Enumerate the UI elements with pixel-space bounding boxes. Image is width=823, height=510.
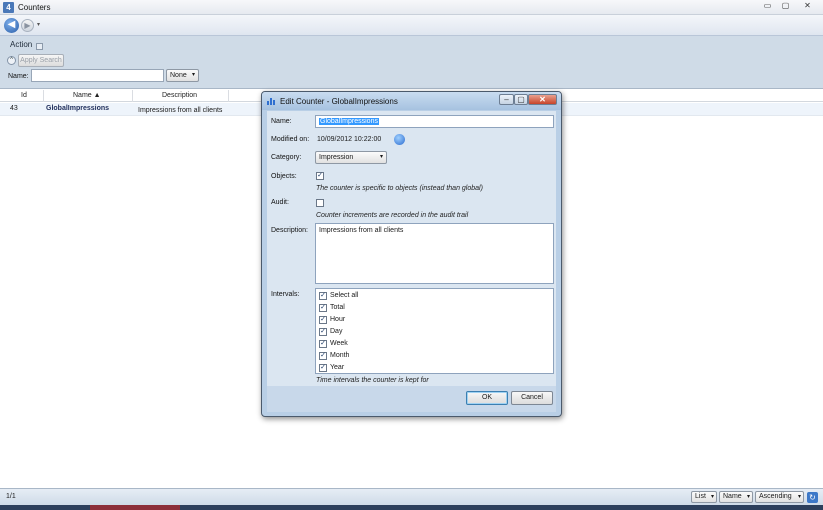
dialog-titlebar[interactable]: Edit Counter - GlobalImpressions – ▢ ✕ (262, 92, 561, 110)
search-panel: Action ^ Apply Search Name: None ▾ (0, 36, 823, 89)
category-select[interactable]: Impression ▾ (315, 151, 387, 164)
interval-label: Week (330, 340, 348, 347)
interval-checkbox[interactable]: ✓ (319, 364, 327, 372)
filter-mode-value: None (170, 72, 187, 79)
name-field[interactable]: GlobalImpressions (315, 115, 554, 128)
dialog-body: Name: GlobalImpressions Modified on: 10/… (267, 111, 556, 412)
back-arrow-icon[interactable]: ◀ (4, 18, 19, 33)
forward-arrow-icon[interactable]: ▶ (21, 19, 34, 32)
row-id: 43 (10, 105, 18, 112)
cancel-button[interactable]: Cancel (511, 391, 553, 405)
chart-icon (267, 97, 276, 105)
navigation-bar: ◀ ▶ ▾ (0, 15, 823, 36)
intervals-hint: Time intervals the counter is kept for (316, 377, 429, 384)
close-icon[interactable]: ✕ (800, 1, 815, 12)
history-dropdown-icon[interactable]: ▾ (37, 21, 40, 28)
edit-counter-dialog: Edit Counter - GlobalImpressions – ▢ ✕ N… (261, 91, 562, 417)
window-title: Counters (18, 3, 51, 12)
chevron-down-icon: ▾ (379, 154, 383, 160)
interval-label: Month (330, 352, 350, 359)
row-name: GlobalImpressions (46, 105, 110, 112)
minimize-icon[interactable]: ▭ (760, 1, 775, 12)
name-filter-label: Name: (8, 73, 29, 80)
chevron-down-icon: ▾ (710, 494, 714, 500)
view-mode-value: List (695, 493, 706, 500)
intervals-label: Intervals: (271, 291, 300, 298)
taskbar-item[interactable] (90, 505, 180, 510)
name-field-value: GlobalImpressions (319, 118, 379, 125)
audit-label: Audit: (271, 199, 289, 206)
page-count: 1/1 (6, 493, 16, 500)
intervals-list: ✓ Select all ✓ Total ✓ Hour ✓ Day ✓ Week… (315, 288, 554, 374)
dialog-maximize-icon[interactable]: ▢ (514, 94, 528, 105)
chevron-down-icon: ▾ (797, 494, 801, 500)
interval-label: Year (330, 364, 345, 371)
column-separator[interactable] (228, 90, 229, 102)
interval-checkbox[interactable]: ✓ (319, 352, 327, 360)
audit-hint: Counter increments are recorded in the a… (316, 212, 469, 219)
action-expander-icon[interactable] (36, 43, 43, 50)
dialog-footer: OK Cancel (267, 386, 556, 412)
interval-label: Day (330, 328, 343, 335)
ok-button[interactable]: OK (466, 391, 508, 405)
objects-hint: The counter is specific to objects (inst… (316, 185, 483, 192)
objects-checkbox[interactable]: ✓ (316, 172, 324, 180)
dialog-close-icon[interactable]: ✕ (528, 94, 557, 105)
interval-checkbox[interactable]: ✓ (319, 328, 327, 336)
taskbar (0, 505, 823, 510)
maximize-icon[interactable]: ▢ (778, 1, 793, 12)
globe-icon[interactable] (394, 134, 405, 145)
sort-field-select[interactable]: Name ▾ (719, 491, 753, 503)
category-value: Impression (319, 154, 354, 161)
sort-field-value: Name (723, 493, 742, 500)
name-filter-input[interactable] (31, 69, 164, 82)
sort-order-select[interactable]: Ascending ▾ (755, 491, 804, 503)
column-header-description[interactable]: Description (162, 92, 197, 99)
dialog-title: Edit Counter - GlobalImpressions (280, 97, 398, 106)
modified-label: Modified on: (271, 136, 310, 143)
chevron-down-icon: ▾ (746, 494, 750, 500)
view-mode-select[interactable]: List ▾ (691, 491, 717, 503)
description-label: Description: (271, 227, 308, 234)
description-textarea[interactable]: Impressions from all clients (315, 223, 554, 284)
objects-label: Objects: (271, 173, 297, 180)
name-label: Name: (271, 118, 292, 125)
refresh-icon[interactable]: ↻ (807, 492, 818, 503)
dialog-minimize-icon[interactable]: – (499, 94, 514, 105)
apply-search-button[interactable]: Apply Search (18, 54, 64, 67)
column-header-id[interactable]: Id (21, 92, 27, 99)
interval-checkbox[interactable]: ✓ (319, 304, 327, 312)
interval-label: Total (330, 304, 345, 311)
row-description: Impressions from all clients (138, 107, 223, 114)
window-titlebar: 4 Counters ▭ ▢ ✕ (0, 0, 823, 15)
filter-mode-select[interactable]: None ▾ (166, 69, 199, 82)
status-bar: 1/1 List ▾ Name ▾ Ascending ▾ ↻ (0, 488, 823, 505)
action-menu[interactable]: Action (10, 40, 32, 49)
column-separator[interactable] (43, 90, 44, 102)
interval-checkbox[interactable]: ✓ (319, 292, 327, 300)
app-icon: 4 (3, 2, 14, 13)
interval-label: Hour (330, 316, 346, 323)
audit-checkbox[interactable] (316, 199, 324, 207)
interval-label: Select all (330, 292, 359, 299)
column-header-name[interactable]: Name ▲ (73, 92, 101, 99)
modified-value: 10/09/2012 10:22:00 (317, 136, 382, 143)
column-separator[interactable] (132, 90, 133, 102)
collapse-search-icon[interactable]: ^ (7, 56, 16, 65)
interval-checkbox[interactable]: ✓ (319, 340, 327, 348)
chevron-down-icon: ▾ (191, 72, 195, 78)
sort-order-value: Ascending (759, 493, 792, 500)
category-label: Category: (271, 154, 302, 161)
interval-checkbox[interactable]: ✓ (319, 316, 327, 324)
